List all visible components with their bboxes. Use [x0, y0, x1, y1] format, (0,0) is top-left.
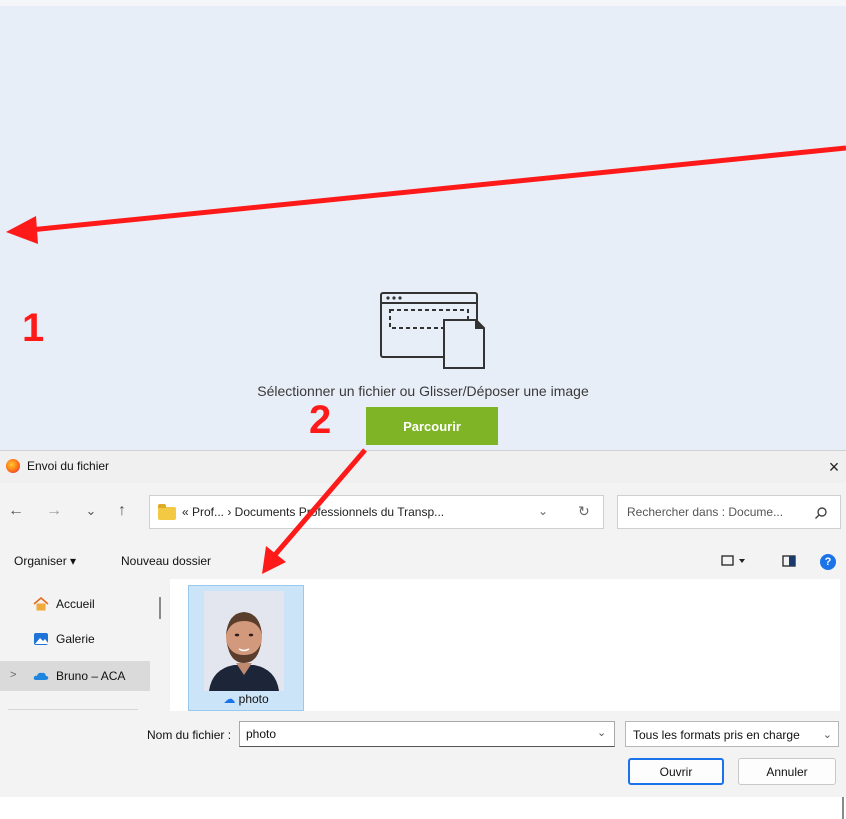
forward-arrow-icon[interactable]: →	[42, 499, 66, 523]
sidebar-item-bruno-aca[interactable]: > Bruno – ACA	[0, 661, 150, 691]
search-box[interactable]: Rechercher dans : Docume...	[617, 495, 841, 529]
dialog-title: Envoi du fichier	[27, 459, 110, 473]
sidebar-divider	[8, 709, 138, 710]
help-icon[interactable]: ?	[820, 554, 836, 570]
address-path[interactable]: « Prof... › Documents Professionnels du …	[182, 505, 444, 519]
file-name: photo	[238, 692, 269, 706]
sidebar-scrollbar[interactable]	[159, 597, 161, 619]
photo-thumbnail-image	[204, 591, 284, 691]
file-list-pane: ☁ photo	[170, 579, 844, 819]
file-name-label: ☁ photo	[189, 692, 303, 706]
open-button[interactable]: Ouvrir	[628, 758, 724, 785]
command-bar: Organiser ▾ Nouveau dossier ?	[0, 543, 846, 579]
filename-dropdown-icon[interactable]: ⌄	[597, 726, 606, 739]
cancel-button[interactable]: Annuler	[738, 758, 836, 785]
view-options-icon[interactable]	[721, 555, 747, 567]
cloud-sync-icon: ☁	[223, 692, 236, 706]
sidebar-item-accueil[interactable]: Accueil	[0, 589, 150, 619]
filename-input[interactable]	[239, 721, 615, 747]
sidebar-item-label: Bruno – ACA	[56, 669, 126, 683]
sidebar-item-galerie[interactable]: Galerie	[0, 624, 150, 654]
file-upload-dialog: Envoi du fichier × ← → ⌄ ↑ « Prof... › D…	[0, 450, 846, 819]
close-icon[interactable]: ×	[822, 453, 846, 481]
file-item-photo[interactable]: ☁ photo	[188, 585, 304, 711]
address-dropdown-icon[interactable]: ⌄	[538, 504, 548, 518]
gallery-icon	[34, 633, 48, 645]
sidebar-item-label: Accueil	[56, 597, 95, 611]
organize-menu[interactable]: Organiser ▾	[14, 554, 76, 568]
address-bar[interactable]: « Prof... › Documents Professionnels du …	[149, 495, 604, 529]
dialog-titlebar: Envoi du fichier ×	[0, 451, 846, 483]
back-arrow-icon[interactable]: ←	[4, 499, 28, 523]
recent-locations-chevron-icon[interactable]: ⌄	[79, 499, 103, 523]
new-folder-button[interactable]: Nouveau dossier	[121, 554, 211, 568]
up-arrow-icon[interactable]: ↑	[110, 499, 134, 523]
navigation-bar: ← → ⌄ ↑ « Prof... › Documents Profession…	[0, 489, 846, 537]
file-type-filter[interactable]: Tous les formats pris en charge ⌄	[625, 721, 839, 747]
sidebar-item-label: Galerie	[56, 632, 95, 646]
folder-icon	[158, 504, 176, 520]
dialog-footer: Nom du fichier : ⌄ Tous les formats pris…	[0, 711, 846, 797]
drag-drop-file-icon	[380, 292, 485, 369]
browse-button[interactable]: Parcourir	[366, 407, 498, 445]
search-icon	[815, 507, 827, 519]
firefox-icon	[6, 459, 20, 473]
search-placeholder[interactable]: Rechercher dans : Docume...	[627, 505, 783, 519]
filename-label: Nom du fichier :	[147, 728, 232, 742]
home-icon	[33, 597, 49, 611]
file-type-filter-value: Tous les formats pris en charge	[633, 728, 800, 742]
upload-instruction: Sélectionner un fichier ou Glisser/Dépos…	[257, 383, 589, 399]
preview-pane-icon[interactable]	[782, 555, 796, 567]
expand-chevron-icon[interactable]: >	[10, 669, 16, 681]
navigation-pane: Accueil Galerie > Bruno – ACA	[0, 579, 166, 711]
step-number-2: 2	[309, 398, 332, 442]
onedrive-cloud-icon	[33, 672, 49, 680]
chevron-down-icon: ⌄	[822, 729, 832, 741]
step-number-1: 1	[22, 306, 45, 350]
refresh-icon[interactable]: ↻	[578, 503, 590, 520]
